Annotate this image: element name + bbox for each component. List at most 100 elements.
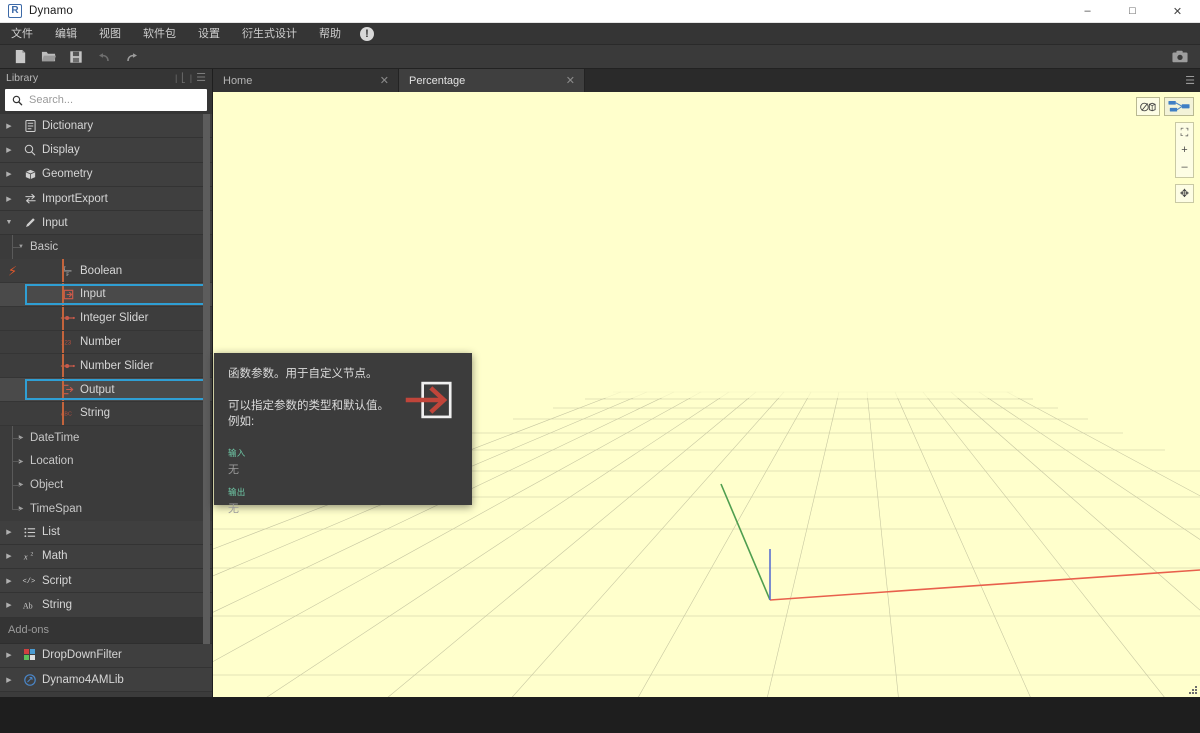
maximize-button[interactable]: □ <box>1110 0 1155 23</box>
menu-generative-design[interactable]: 衍生式设计 <box>231 23 308 45</box>
zoom-to-fit-button[interactable]: ⛶ <box>1177 126 1192 140</box>
tooltip-input-section: 输入 无 <box>228 447 458 477</box>
redo-button[interactable] <box>118 46 146 68</box>
library-item-object[interactable]: ▶ Object <box>0 473 212 497</box>
library-item-number[interactable]: 123 Number <box>0 330 212 355</box>
library-item-dropdownfilter[interactable]: ▶ DropDownFilter <box>0 643 212 668</box>
math-x2-icon: x2 <box>18 550 42 562</box>
tooltip-description-line1: 函数参数。用于自定义节点。 <box>228 368 378 380</box>
chevron-right-icon[interactable]: ▶ <box>0 601 18 609</box>
workspace-menu-icon[interactable]: ☰ <box>1180 69 1200 92</box>
library-item-label: List <box>42 526 60 539</box>
geometry-view-icon <box>1140 102 1156 111</box>
menu-help[interactable]: 帮助 <box>308 23 352 45</box>
undo-button[interactable] <box>90 46 118 68</box>
resize-grip-icon[interactable] <box>1186 683 1198 695</box>
library-item-datetime[interactable]: ▶ DateTime <box>0 425 212 450</box>
dynamo-application-window: R Dynamo – □ ✕ 文件 编辑 视图 软件包 设置 衍生式设计 帮助 … <box>0 0 1200 733</box>
tooltip-output-value: 无 <box>228 503 239 515</box>
tab-close-icon[interactable]: ✕ <box>377 74 392 87</box>
tree-guide-line <box>12 496 13 509</box>
tab-home[interactable]: Home ✕ <box>213 69 399 92</box>
library-item-string-leaf[interactable]: ABC String <box>0 401 212 426</box>
window-title: Dynamo <box>29 5 74 17</box>
library-item-script[interactable]: ▶ </> Script <box>0 569 212 594</box>
menu-file[interactable]: 文件 <box>0 23 44 45</box>
boolean-icon: TF <box>56 264 80 277</box>
tab-label: Percentage <box>409 74 466 87</box>
library-tree[interactable]: ▶ Dictionary ▶ Display ▶ Geometry ▶ Impo… <box>0 114 212 697</box>
library-item-label: ImportExport <box>42 192 108 205</box>
chevron-right-icon[interactable]: ▶ <box>0 122 18 130</box>
library-item-input-node[interactable]: Input <box>0 282 212 307</box>
library-item-display[interactable]: ▶ Display <box>0 138 212 163</box>
bottom-status-strip <box>0 697 1200 733</box>
number-123-icon: 123 <box>56 337 80 347</box>
library-menu-icon[interactable]: ☰ <box>196 72 206 84</box>
input-node-icon <box>56 288 80 301</box>
tooltip-input-title: 输入 <box>228 448 246 458</box>
menu-packages[interactable]: 软件包 <box>132 23 187 45</box>
library-search-box[interactable] <box>5 89 207 111</box>
chevron-right-icon[interactable]: ▶ <box>0 528 18 536</box>
library-item-string[interactable]: ▶ Ab String <box>0 593 212 618</box>
zoom-in-button[interactable]: + <box>1177 143 1192 157</box>
svg-text:Ab: Ab <box>23 601 33 610</box>
menu-bar: 文件 编辑 视图 软件包 设置 衍生式设计 帮助 ! <box>0 23 1200 45</box>
geometry-view-toggle[interactable] <box>1136 97 1160 116</box>
search-input[interactable] <box>29 94 200 106</box>
new-file-button[interactable] <box>6 46 34 68</box>
book-icon <box>18 119 42 132</box>
chevron-right-icon[interactable]: ▶ <box>0 195 18 203</box>
close-button[interactable]: ✕ <box>1155 0 1200 23</box>
library-item-label: Boolean <box>80 264 123 277</box>
pan-button[interactable]: ✥ <box>1175 184 1194 203</box>
library-item-math[interactable]: ▶ x2 Math <box>0 544 212 570</box>
menu-view[interactable]: 视图 <box>88 23 132 45</box>
graph-view-toggle[interactable] <box>1164 97 1194 116</box>
collapse-all-icon[interactable]: ⎣ <box>181 73 186 83</box>
library-item-boolean[interactable]: ⚡ TF Boolean <box>0 259 212 283</box>
library-item-importexport[interactable]: ▶ ImportExport <box>0 186 212 212</box>
library-item-location[interactable]: ▶ Location <box>0 449 212 474</box>
library-item-basic[interactable]: ▼ Basic <box>0 235 212 260</box>
screenshot-button[interactable] <box>1166 46 1194 68</box>
library-item-list[interactable]: ▶ List <box>0 520 212 545</box>
library-scrollbar-thumb[interactable] <box>203 114 210 644</box>
tree-guide-elbow <box>12 508 20 510</box>
library-item-label: DropDownFilter <box>42 649 122 662</box>
tab-percentage[interactable]: Percentage ✕ <box>399 69 585 92</box>
library-item-geometry[interactable]: ▶ Geometry <box>0 162 212 187</box>
chevron-right-icon[interactable]: ▶ <box>0 676 18 684</box>
library-item-dynamo4amlib[interactable]: ▶ Dynamo4AMLib <box>0 667 212 693</box>
library-item-integer-slider[interactable]: Integer Slider <box>0 306 212 331</box>
minimize-button[interactable]: – <box>1065 0 1110 23</box>
library-item-label: DateTime <box>30 431 80 444</box>
open-file-button[interactable] <box>34 46 62 68</box>
save-button[interactable] <box>62 46 90 68</box>
chevron-right-icon[interactable]: ▶ <box>0 146 18 154</box>
menu-edit[interactable]: 编辑 <box>44 23 88 45</box>
library-item-label: String <box>80 407 111 420</box>
addons-title: Add-ons <box>8 624 49 637</box>
menu-settings[interactable]: 设置 <box>187 23 231 45</box>
tooltip-input-value: 无 <box>228 464 239 476</box>
category-accent-line <box>62 306 64 330</box>
library-item-label: Math <box>42 550 68 563</box>
notification-icon[interactable]: ! <box>360 26 374 41</box>
chevron-right-icon[interactable]: ▶ <box>0 651 18 659</box>
chevron-right-icon[interactable]: ▶ <box>0 170 18 178</box>
library-item-output-node[interactable]: Output <box>0 378 212 402</box>
chevron-right-icon[interactable]: ▶ <box>0 552 18 560</box>
tab-close-icon[interactable]: ✕ <box>563 74 578 87</box>
library-item-number-slider[interactable]: Number Slider <box>0 354 212 379</box>
library-item-input-category[interactable]: ▼ Input <box>0 211 212 236</box>
chevron-right-icon[interactable]: ▶ <box>0 577 18 585</box>
library-item-dictionary[interactable]: ▶ Dictionary <box>0 114 212 139</box>
svg-text:</>: </> <box>22 578 35 586</box>
arrows-exchange-icon <box>18 192 42 205</box>
chevron-down-icon[interactable]: ▼ <box>0 219 18 226</box>
zoom-out-button[interactable]: – <box>1177 160 1192 174</box>
ab-icon: Ab <box>18 600 42 611</box>
library-item-timespan[interactable]: ▶ TimeSpan <box>0 496 212 521</box>
